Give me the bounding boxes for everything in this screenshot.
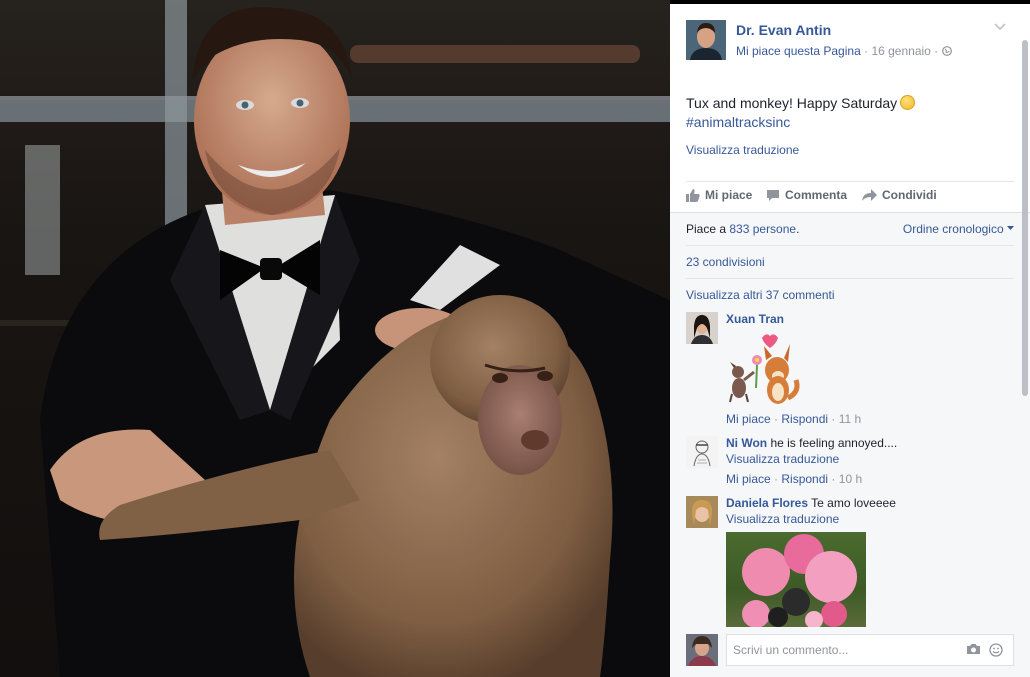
translate-link[interactable]: Visualizza traduzione [686, 143, 799, 157]
chevron-down-icon[interactable] [994, 20, 1006, 34]
comment-reply-link[interactable]: Rispondi [781, 472, 828, 486]
likes-count-link[interactable]: 833 persone [729, 222, 796, 236]
comment-time[interactable]: 10 h [839, 472, 862, 486]
comment-2: Ni Won he is feeling annoyed.... [726, 436, 897, 450]
like-label: Mi piace [705, 188, 753, 202]
balloons-image [742, 534, 857, 627]
divider [670, 212, 1030, 213]
comment-photo[interactable] [726, 532, 866, 627]
meta-dot: · [774, 412, 779, 426]
comment-time[interactable]: 11 h [839, 412, 861, 426]
current-user-avatar-image [686, 634, 718, 666]
commenter-avatar[interactable] [686, 496, 718, 528]
comments-scrollbar[interactable] [1022, 40, 1028, 396]
sticker-image [726, 332, 802, 406]
composer-icons [966, 643, 1003, 660]
speech-bubble-icon [766, 189, 780, 202]
meta-dot: · [774, 472, 779, 486]
commenter-avatar[interactable] [686, 312, 718, 344]
comment-like-link[interactable]: Mi piace [726, 472, 771, 486]
caret-down-icon [1007, 222, 1014, 236]
comment-order-label: Ordine cronologico [902, 222, 1004, 236]
comment-text: Te amo loveeee [811, 496, 896, 510]
comment-translate-link[interactable]: Visualizza traduzione [726, 512, 839, 526]
comment-reply-link[interactable]: Rispondi [781, 412, 828, 426]
share-button[interactable]: Condividi [862, 188, 937, 202]
comment-button[interactable]: Commenta [766, 188, 847, 202]
divider [686, 181, 1014, 182]
comment-input-placeholder: Scrivi un commento... [733, 643, 849, 657]
smiley-icon[interactable] [989, 643, 1003, 660]
comment-order-dropdown[interactable]: Ordine cronologico [903, 222, 1014, 236]
like-page-link[interactable]: Mi piace questa Pagina [736, 44, 861, 58]
post-header: Dr. Evan Antin Mi piace questa Pagina · … [686, 20, 1016, 62]
hashtag-link[interactable]: #animaltracksinc [686, 113, 1006, 132]
post-side-panel: Dr. Evan Antin Mi piace questa Pagina · … [670, 4, 1030, 677]
comment-label: Commenta [785, 188, 848, 202]
post-photo[interactable] [0, 0, 670, 677]
post-text: Tux and monkey! Happy Saturday [686, 95, 898, 111]
comment-like-link[interactable]: Mi piace [726, 412, 771, 426]
commenter-avatar-image [686, 312, 718, 344]
comment-1-actions: Mi piace · Rispondi · 11 h [726, 412, 861, 426]
comment-3: Daniela Flores Te amo loveeee [726, 496, 896, 510]
commenter-avatar-image [686, 436, 718, 468]
divider [686, 245, 1014, 246]
post-actions: Mi piace Commenta Condividi [686, 188, 1016, 206]
commenter-avatar-image [686, 496, 718, 528]
divider [686, 278, 1014, 279]
comment-composer: Scrivi un commento... [686, 634, 1016, 668]
wink-emoji-icon [900, 95, 916, 110]
commenter-name[interactable]: Ni Won [726, 436, 767, 450]
commenter-avatar[interactable] [686, 436, 718, 468]
comment-1: Xuan Tran [726, 312, 784, 326]
likes-prefix: Piace a [686, 222, 730, 236]
shares-count-link[interactable]: 23 condivisioni [686, 255, 765, 269]
meta-dot: · [831, 472, 836, 486]
likes-suffix: . [796, 222, 800, 236]
meta-dot: · [934, 44, 939, 58]
camera-icon[interactable] [966, 643, 981, 660]
comment-translate-link[interactable]: Visualizza traduzione [726, 452, 839, 466]
author-avatar-image [686, 20, 726, 60]
comment-2-actions: Mi piace · Rispondi · 10 h [726, 472, 862, 486]
globe-icon [941, 44, 952, 58]
thumbs-up-icon [686, 188, 700, 202]
comment-text: he is feeling annoyed.... [770, 436, 898, 450]
share-label: Condividi [882, 188, 937, 202]
meta-dot: · [864, 44, 869, 58]
post-body: Tux and monkey! Happy Saturday #animaltr… [686, 94, 1006, 132]
view-more-comments-link[interactable]: Visualizza altri 37 commenti [686, 288, 835, 302]
comment-input[interactable]: Scrivi un commento... [726, 634, 1014, 666]
meta-dot: · [831, 412, 836, 426]
likes-summary: Piace a 833 persone. [686, 222, 799, 236]
current-user-avatar [686, 634, 718, 666]
author-avatar[interactable] [686, 20, 726, 60]
like-button[interactable]: Mi piace [686, 188, 752, 202]
commenter-name[interactable]: Xuan Tran [726, 312, 784, 326]
post-meta: Mi piace questa Pagina · 16 gennaio · [736, 44, 952, 58]
photo-illustration [0, 0, 670, 677]
share-arrow-icon [862, 188, 877, 202]
post-date[interactable]: 16 gennaio [871, 44, 930, 58]
author-name[interactable]: Dr. Evan Antin [736, 22, 831, 38]
commenter-name[interactable]: Daniela Flores [726, 496, 808, 510]
